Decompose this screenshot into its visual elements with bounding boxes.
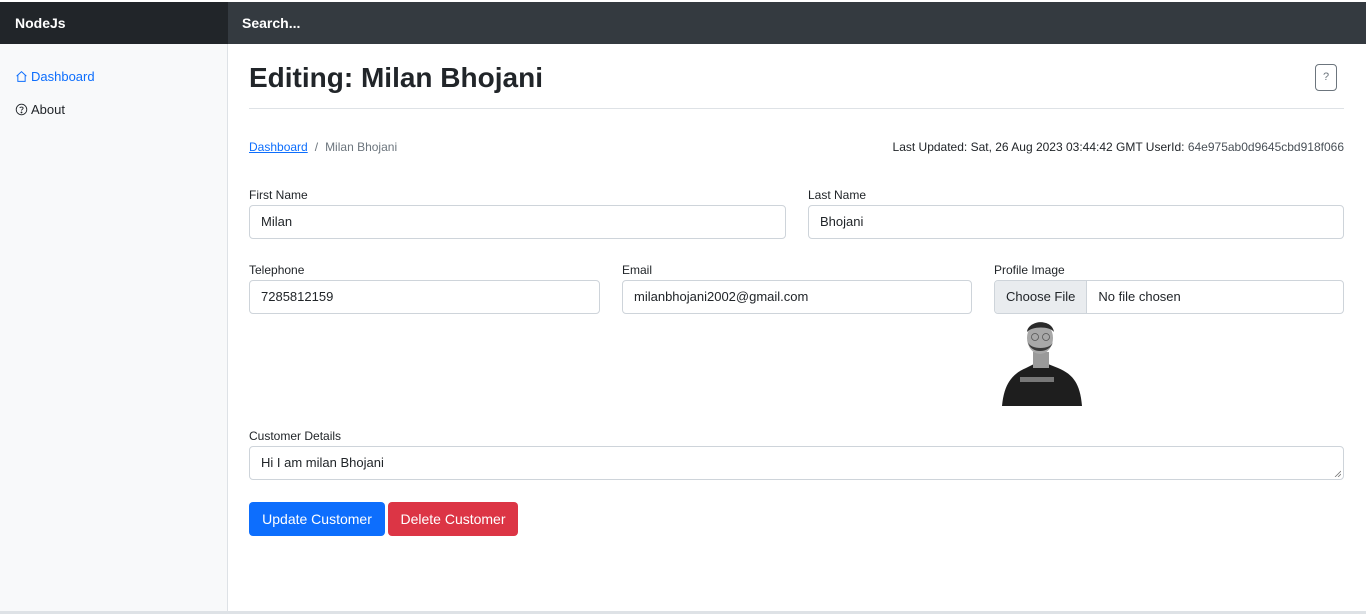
divider: [249, 108, 1344, 109]
breadcrumb: Dashboard / Milan Bhojani: [249, 140, 397, 154]
delete-customer-button[interactable]: Delete Customer: [388, 502, 518, 536]
resize-handle-icon[interactable]: [1334, 470, 1341, 477]
profile-image-label: Profile Image: [994, 263, 1065, 277]
email-label: Email: [622, 263, 653, 277]
search-input[interactable]: Search...: [228, 2, 1366, 44]
file-status: No file chosen: [1098, 289, 1181, 304]
first-name-label: First Name: [249, 188, 308, 202]
profile-image-input[interactable]: Choose File No file chosen: [994, 280, 1344, 314]
sidebar-item-label: Dashboard: [31, 69, 95, 84]
email-input[interactable]: milanbhojani2002@gmail.com: [622, 280, 972, 314]
record-meta: Last Updated: Sat, 26 Aug 2023 03:44:42 …: [893, 140, 1344, 154]
user-id: 64e975ab0d9645cbd918f066: [1187, 140, 1344, 154]
choose-file-button[interactable]: Choose File: [995, 281, 1088, 313]
last-name-input[interactable]: Bhojani: [808, 205, 1344, 239]
customer-details-textarea[interactable]: Hi I am milan Bhojani: [249, 446, 1344, 480]
sidebar-item-dashboard[interactable]: Dashboard: [15, 69, 95, 84]
last-updated-text: Last Updated: Sat, 26 Aug 2023 03:44:42 …: [892, 140, 1185, 154]
customer-details-text: Hi I am milan Bhojani: [261, 455, 384, 470]
sidebar-item-label: About: [31, 102, 65, 117]
sidebar-item-about[interactable]: About: [15, 102, 65, 117]
main-content: Editing: Milan Bhojani ? Dashboard / Mil…: [228, 44, 1366, 614]
breadcrumb-dashboard-link[interactable]: Dashboard: [249, 140, 308, 154]
last-name-label: Last Name: [808, 188, 867, 202]
brand-logo[interactable]: NodeJs: [0, 2, 228, 44]
first-name-input[interactable]: Milan: [249, 205, 786, 239]
breadcrumb-current: Milan Bhojani: [325, 140, 398, 154]
house-icon: [16, 70, 27, 82]
sidebar: Dashboard About: [0, 44, 228, 614]
update-customer-button[interactable]: Update Customer: [249, 502, 385, 536]
breadcrumb-separator: /: [314, 140, 319, 154]
telephone-input[interactable]: 7285812159: [249, 280, 600, 314]
customer-details-label: Customer Details: [249, 429, 342, 443]
help-button[interactable]: ?: [1315, 64, 1337, 91]
top-navbar: NodeJs Search...: [0, 2, 1366, 44]
telephone-label: Telephone: [249, 263, 305, 277]
question-circle-icon: [15, 103, 28, 116]
page-title: Editing: Milan Bhojani: [249, 62, 543, 93]
profile-image: [1000, 318, 1084, 406]
